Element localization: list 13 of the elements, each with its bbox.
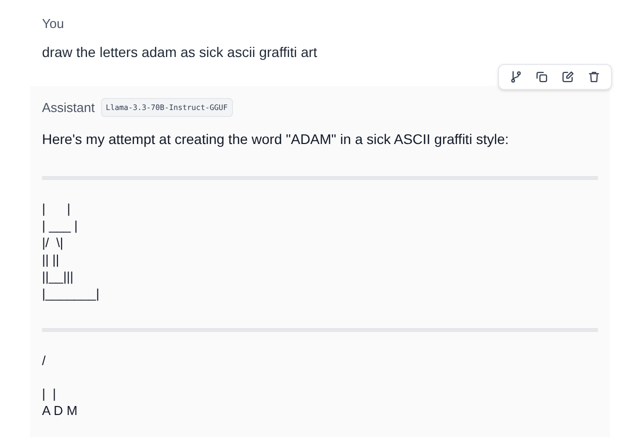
message-text: draw the letters adam as sick ascii graffiti art bbox=[42, 42, 318, 62]
ascii-art-line: |_______| bbox=[42, 285, 100, 302]
ascii-art-line: | | bbox=[42, 385, 56, 402]
ascii-art-line: / bbox=[42, 352, 46, 369]
ascii-art-line: | | bbox=[42, 200, 70, 217]
ascii-art-line: || || bbox=[42, 251, 60, 268]
message-text: Here's my attempt at creating the word "ADAM" in a sick ASCII graffiti style: bbox=[42, 130, 509, 149]
ascii-art-line: |/ \| bbox=[42, 234, 64, 251]
ascii-art-line: ||__||| bbox=[42, 268, 74, 285]
author-label: You bbox=[42, 15, 64, 33]
ascii-art-line: | ___ | bbox=[42, 217, 78, 234]
ascii-art-line: A D M bbox=[42, 402, 78, 419]
author-label: Assistant bbox=[42, 98, 95, 116]
